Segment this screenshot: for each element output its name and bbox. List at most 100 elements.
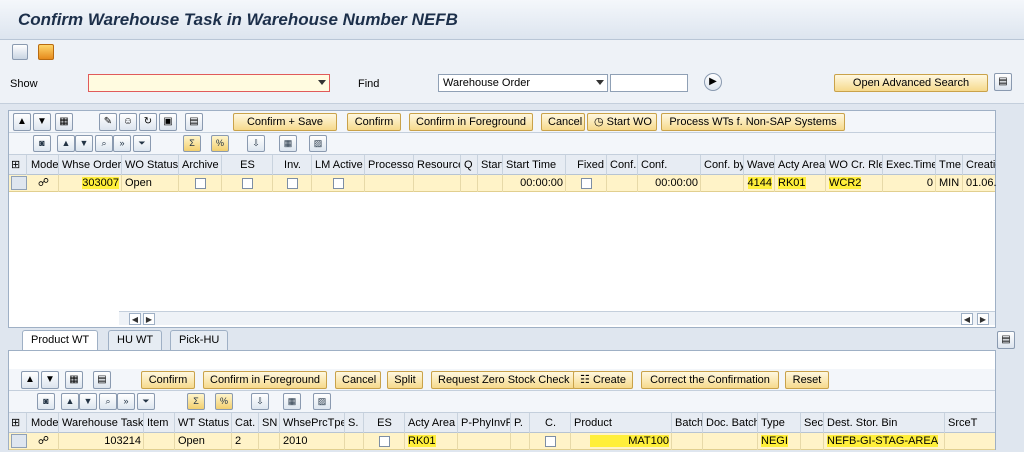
sum-icon[interactable]: Σ bbox=[183, 135, 201, 152]
col-header[interactable]: ES bbox=[365, 413, 405, 433]
confirm-save-button[interactable]: Confirm + Save bbox=[233, 113, 337, 131]
process-wts-button[interactable]: Process WTs f. Non-SAP Systems bbox=[661, 113, 845, 131]
find-select[interactable]: Warehouse Order bbox=[438, 74, 608, 92]
details-icon[interactable]: ◙ bbox=[37, 393, 55, 410]
lm-active-checkbox[interactable] bbox=[333, 177, 344, 189]
table-row[interactable]: ☍ 303007 Open 00:00:00 00:00:00 4144 RK0… bbox=[9, 175, 996, 192]
find-next-icon[interactable]: » bbox=[113, 135, 131, 152]
col-header[interactable]: Batch bbox=[673, 413, 703, 433]
select-all-icon[interactable]: ⊞ bbox=[9, 413, 27, 433]
es-checkbox[interactable] bbox=[379, 435, 390, 447]
scroll-left-icon[interactable]: ◀ bbox=[129, 313, 141, 325]
col-header[interactable]: WO Cr. Rle bbox=[827, 155, 883, 175]
export-icon[interactable]: ⇩ bbox=[251, 393, 269, 410]
col-header[interactable]: P. bbox=[512, 413, 530, 433]
split-button[interactable]: Split bbox=[387, 371, 423, 389]
col-header[interactable]: C. bbox=[531, 413, 571, 433]
worklist-icon[interactable] bbox=[38, 44, 54, 60]
print-icon[interactable]: ▤ bbox=[185, 113, 203, 131]
col-header[interactable]: Cat. bbox=[233, 413, 259, 433]
display-change-icon[interactable] bbox=[12, 44, 28, 60]
layout-icon[interactable]: ▦ bbox=[279, 135, 297, 152]
confirm-button[interactable]: Confirm bbox=[347, 113, 401, 131]
scroll-left-icon[interactable]: ◀ bbox=[961, 313, 973, 325]
col-header[interactable]: Warehouse Task bbox=[60, 413, 144, 433]
sum-icon[interactable]: Σ bbox=[187, 393, 205, 410]
subtotal-icon[interactable]: % bbox=[215, 393, 233, 410]
tab-product-wt[interactable]: Product WT bbox=[22, 330, 99, 350]
c-checkbox[interactable] bbox=[545, 435, 556, 447]
create-button[interactable]: ☷ Create bbox=[573, 371, 633, 389]
fixed-checkbox[interactable] bbox=[581, 177, 592, 189]
col-header[interactable]: SN bbox=[260, 413, 280, 433]
filter-icon[interactable]: ⏷ bbox=[137, 393, 155, 410]
col-header[interactable]: Item bbox=[145, 413, 175, 433]
col-header[interactable]: WhsePrcTpe bbox=[281, 413, 345, 433]
sort-asc-icon[interactable]: ▲ bbox=[61, 393, 79, 410]
expand-down-icon[interactable]: ▼ bbox=[41, 371, 59, 389]
col-header[interactable]: Sec. bbox=[802, 413, 824, 433]
find-next-icon[interactable]: » bbox=[117, 393, 135, 410]
expand-down-icon[interactable]: ▼ bbox=[33, 113, 51, 131]
col-header[interactable]: Acty Area bbox=[406, 413, 458, 433]
archive-checkbox[interactable] bbox=[195, 177, 206, 189]
col-header[interactable]: Wave bbox=[745, 155, 775, 175]
col-header[interactable]: Start Time bbox=[504, 155, 566, 175]
edit-icon[interactable]: ✎ bbox=[99, 113, 117, 131]
es-checkbox[interactable] bbox=[242, 177, 253, 189]
open-advanced-search-button[interactable]: Open Advanced Search bbox=[834, 74, 988, 92]
scroll-right-icon[interactable]: ▶ bbox=[977, 313, 989, 325]
reset-button[interactable]: Reset bbox=[785, 371, 829, 389]
find-input[interactable] bbox=[610, 74, 688, 92]
details-icon[interactable]: ▦ bbox=[65, 371, 83, 389]
col-header[interactable]: Doc. Batch bbox=[704, 413, 758, 433]
inv-checkbox[interactable] bbox=[287, 177, 298, 189]
col-header[interactable]: Mode bbox=[29, 155, 59, 175]
cancel-button[interactable]: Cancel bbox=[541, 113, 585, 131]
person-icon[interactable]: ☺ bbox=[119, 113, 137, 131]
col-header[interactable]: WO Status bbox=[123, 155, 179, 175]
collapse-up-icon[interactable]: ▲ bbox=[21, 371, 39, 389]
col-header[interactable]: Conf. bbox=[608, 155, 638, 175]
confirm-button[interactable]: Confirm bbox=[141, 371, 195, 389]
execute-search-icon[interactable]: ▶ bbox=[704, 73, 722, 91]
col-header[interactable]: Start bbox=[479, 155, 503, 175]
save-icon[interactable]: ▣ bbox=[159, 113, 177, 131]
col-header[interactable]: Creatio bbox=[964, 155, 996, 175]
col-header[interactable]: P-PhyInvPI bbox=[459, 413, 511, 433]
layout-icon[interactable]: ▦ bbox=[283, 393, 301, 410]
col-header[interactable]: Tme bbox=[937, 155, 963, 175]
col-header[interactable]: Conf. bbox=[639, 155, 701, 175]
cancel-button[interactable]: Cancel bbox=[335, 371, 381, 389]
col-header[interactable]: Inv. bbox=[274, 155, 312, 175]
col-header[interactable]: Resource bbox=[415, 155, 461, 175]
col-header[interactable]: Whse Order bbox=[60, 155, 122, 175]
scroll-right-icon[interactable]: ▶ bbox=[143, 313, 155, 325]
sort-desc-icon[interactable]: ▼ bbox=[75, 135, 93, 152]
col-header[interactable]: Mode bbox=[29, 413, 59, 433]
col-header[interactable]: Conf. by bbox=[702, 155, 744, 175]
col-header[interactable]: Dest. Stor. Bin bbox=[825, 413, 945, 433]
find-icon[interactable]: ⌕ bbox=[99, 393, 117, 410]
select-all-icon[interactable]: ⊞ bbox=[9, 155, 27, 175]
collapse-up-icon[interactable]: ▲ bbox=[13, 113, 31, 131]
confirm-in-foreground-button[interactable]: Confirm in Foreground bbox=[203, 371, 327, 389]
warehouse-task-cell[interactable]: 103214 bbox=[60, 433, 144, 450]
refresh-icon[interactable]: ↻ bbox=[139, 113, 157, 131]
filter-icon[interactable]: ⏷ bbox=[133, 135, 151, 152]
layout-toggle-icon[interactable]: ▤ bbox=[994, 73, 1012, 91]
correct-confirmation-button[interactable]: Correct the Confirmation bbox=[641, 371, 779, 389]
col-header[interactable]: S. bbox=[346, 413, 364, 433]
layout-toggle-icon[interactable]: ▤ bbox=[997, 331, 1015, 349]
graphic-icon[interactable]: ▨ bbox=[309, 135, 327, 152]
tab-pick-hu[interactable]: Pick-HU bbox=[170, 330, 229, 350]
details-icon[interactable]: ◙ bbox=[33, 135, 51, 152]
col-header[interactable]: Exec.Time bbox=[884, 155, 936, 175]
whse-order-cell[interactable]: 303007 bbox=[82, 177, 119, 189]
horizontal-scrollbar[interactable]: ◀ ▶ ◀ ▶ bbox=[119, 311, 995, 325]
col-header[interactable]: Acty Area bbox=[776, 155, 826, 175]
print-icon[interactable]: ▤ bbox=[93, 371, 111, 389]
col-header[interactable]: Archive bbox=[180, 155, 222, 175]
table-row[interactable]: ☍ 103214 Open 2 2010 RK01 MAT100 NEGI NE… bbox=[9, 433, 995, 450]
col-header[interactable]: SrceT bbox=[946, 413, 996, 433]
